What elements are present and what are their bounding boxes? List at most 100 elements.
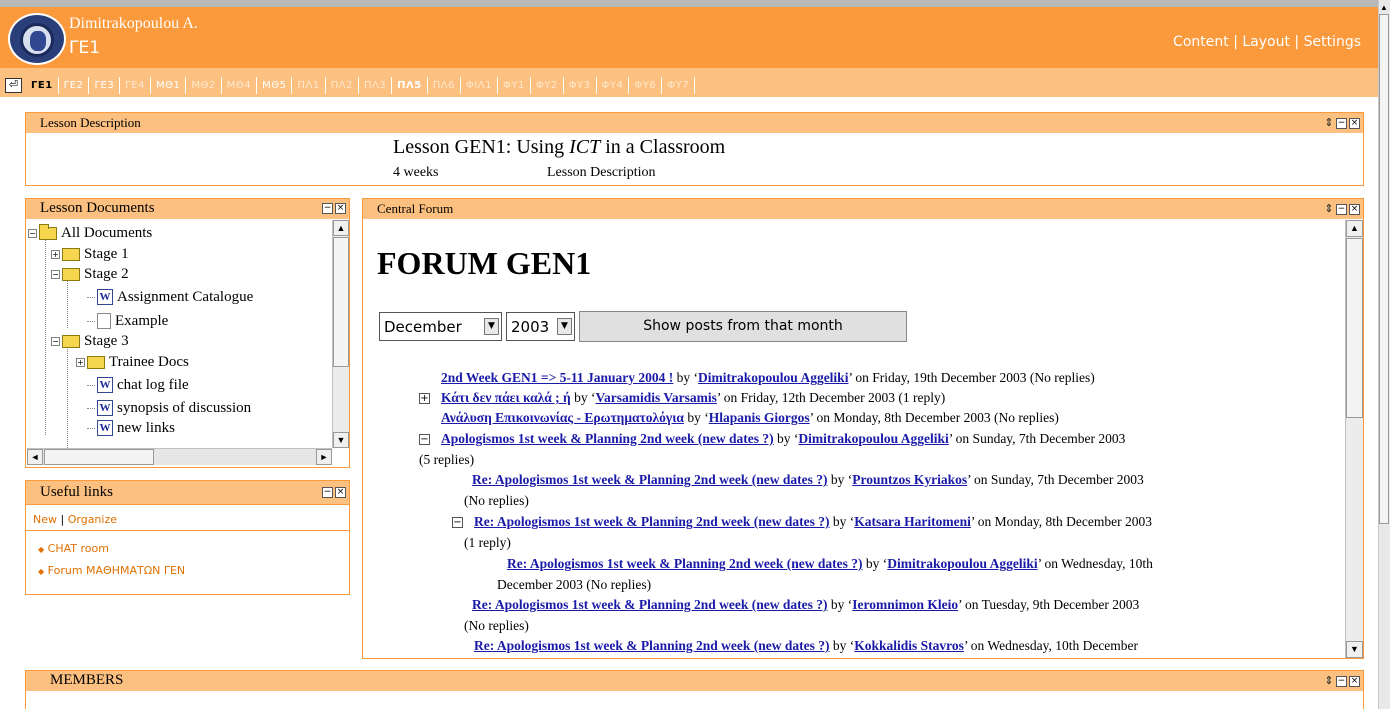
tree-document[interactable]: W Assignment Catalogue [87,287,253,307]
post-title-link[interactable]: Re: Apologismos 1st week & Planning 2nd … [474,638,830,653]
class-tab[interactable]: ΦΙΛ1 [461,77,499,94]
minimize-icon[interactable]: − [322,203,333,214]
class-tab[interactable]: ΦΥ1 [498,77,531,94]
post-author-link[interactable]: Dimitrakopoulou Aggeliki [798,431,948,446]
collapse-icon[interactable]: − [51,336,60,346]
class-tab[interactable]: ΓΕ4 [120,77,151,94]
post-title-link[interactable]: Re: Apologismos 1st week & Planning 2nd … [472,597,828,612]
scroll-up-icon[interactable]: ▲ [1346,220,1363,237]
scroll-thumb[interactable] [333,237,349,367]
move-icon[interactable]: ⇕ [1324,675,1334,687]
lesson-description-link[interactable]: Lesson Description [547,165,655,181]
post-title-link[interactable]: Re: Apologismos 1st week & Planning 2nd … [474,514,830,529]
move-icon[interactable]: ⇕ [1324,117,1334,129]
month-select[interactable]: December ▼ [379,312,502,341]
expand-icon[interactable]: + [51,249,60,259]
tree-folder[interactable]: − Stage 2 [51,264,129,284]
collapse-icon[interactable]: − [452,517,463,528]
collapse-icon[interactable]: − [28,228,37,238]
word-document-icon: W [97,289,113,305]
minimize-icon[interactable]: − [1336,203,1347,215]
minimize-icon[interactable]: − [322,487,333,498]
content-link[interactable]: Content [1173,34,1229,50]
tree-document[interactable]: Wchat log file [87,375,189,395]
tree-folder[interactable]: + Stage 1 [51,244,129,264]
class-tab[interactable]: ΦΥ7 [662,77,696,94]
scroll-down-icon[interactable]: ▼ [333,432,349,448]
post-author-link[interactable]: Prountzos Kyriakos [852,472,967,487]
word-document-icon: W [97,420,113,436]
useful-link-forum[interactable]: ◆ Forum ΜΑΘΗΜΑΤΩΝ ΓΕΝ [38,564,185,577]
class-tab[interactable]: ΓΕ3 [89,77,121,94]
minimize-icon[interactable]: − [1336,675,1347,687]
class-tab[interactable]: ΠΛ1 [292,77,326,94]
scroll-thumb[interactable] [1346,238,1363,418]
close-icon[interactable]: × [1349,675,1360,687]
tree-document[interactable]: Wnew links [87,418,175,438]
expand-icon[interactable]: + [76,357,85,367]
year-select[interactable]: 2003 ▼ [506,312,575,341]
page-scroll-thumb[interactable] [1379,14,1389,524]
class-tab[interactable]: ΦΥ4 [597,77,630,94]
post-title-link[interactable]: Κάτι δεν πάει καλά ; ή [441,390,571,405]
class-tab[interactable]: ΓΕ2 [59,77,90,94]
collapse-icon[interactable]: − [51,269,60,279]
class-tab[interactable]: ΦΥ3 [564,77,597,94]
collapse-icon[interactable]: − [419,434,430,445]
settings-link[interactable]: Settings [1304,34,1361,50]
class-tab[interactable]: ΜΘ2 [186,77,222,94]
post-title-link[interactable]: Apologismos 1st week & Planning 2nd week… [441,431,774,446]
post-author-link[interactable]: Varsamidis Varsamis [595,390,716,405]
home-icon[interactable]: ⏎ [5,78,22,93]
scroll-up-icon[interactable]: ▲ [333,220,349,236]
tree-horizontal-scrollbar[interactable]: ◄ ► [27,448,332,465]
post-author-link[interactable]: Hlapanis Giorgos [709,410,810,425]
scroll-down-icon[interactable]: ▼ [1346,641,1363,658]
class-tab[interactable]: ΠΛ3 [359,77,393,94]
class-tab[interactable]: ΠΛ2 [326,77,359,94]
forum-heading: FORUM GEN1 [377,245,592,281]
close-icon[interactable]: × [335,203,346,214]
forum-vertical-scrollbar[interactable]: ▲ ▼ [1345,220,1363,658]
tree-vertical-scrollbar[interactable]: ▲ ▼ [332,220,349,448]
close-icon[interactable]: × [1349,203,1360,215]
move-icon[interactable]: ⇕ [1324,203,1334,215]
post-author-link[interactable]: Katsara Haritomeni [854,514,971,529]
post-title-link[interactable]: Ανάλυση Επικοινωνίας - Ερωτηματολόγια [441,410,684,425]
scroll-left-icon[interactable]: ◄ [27,449,43,465]
file-icon [97,313,111,329]
page-scroll-up-icon[interactable]: ▲ [1379,3,1389,13]
class-tab[interactable]: ΜΘ1 [151,77,187,94]
useful-link-chat[interactable]: ◆ CHAT room [38,542,109,555]
post-title-link[interactable]: Re: Apologismos 1st week & Planning 2nd … [472,472,828,487]
close-icon[interactable]: × [335,487,346,498]
tree-folder[interactable]: − Stage 3 [51,331,129,351]
post-author-link[interactable]: Dimitrakopoulou Aggeliki [698,370,848,385]
class-tab[interactable]: ΜΘ5 [257,77,293,94]
post-title-link[interactable]: 2nd Week GEN1 => 5-11 January 2004 ! [441,370,673,385]
post-author-link[interactable]: Dimitrakopoulou Aggeliki [887,556,1037,571]
show-posts-button[interactable]: Show posts from that month [579,311,907,342]
post-author-link[interactable]: Kokkalidis Stavros [854,638,964,653]
scroll-thumb[interactable] [44,449,154,465]
post-title-link[interactable]: Re: Apologismos 1st week & Planning 2nd … [507,556,863,571]
post-author-link[interactable]: Ieromnimon Kleio [852,597,958,612]
tree-document[interactable]: Wsynopsis of discussion [87,398,251,418]
class-tab[interactable]: ΦΥ6 [629,77,663,94]
close-icon[interactable]: × [1349,117,1360,129]
scroll-right-icon[interactable]: ► [316,449,332,465]
organize-links-button[interactable]: Organize [68,513,117,526]
tree-folder[interactable]: − All Documents [28,223,152,243]
expand-icon[interactable]: + [419,393,430,404]
class-tab[interactable]: ΠΛ5 [392,77,428,94]
tree-folder[interactable]: + Trainee Docs [76,352,189,372]
tree-item-label: synopsis of discussion [117,399,252,416]
class-tab[interactable]: ΜΘ4 [222,77,258,94]
class-tab[interactable]: ΠΛ6 [428,77,461,94]
new-link-button[interactable]: New [33,513,57,526]
tree-document[interactable]: Example [87,311,168,331]
class-tab[interactable]: ΦΥ2 [531,77,564,94]
layout-link[interactable]: Layout [1242,34,1290,50]
minimize-icon[interactable]: − [1336,117,1347,129]
class-tab[interactable]: ΓΕ1 [26,77,59,94]
